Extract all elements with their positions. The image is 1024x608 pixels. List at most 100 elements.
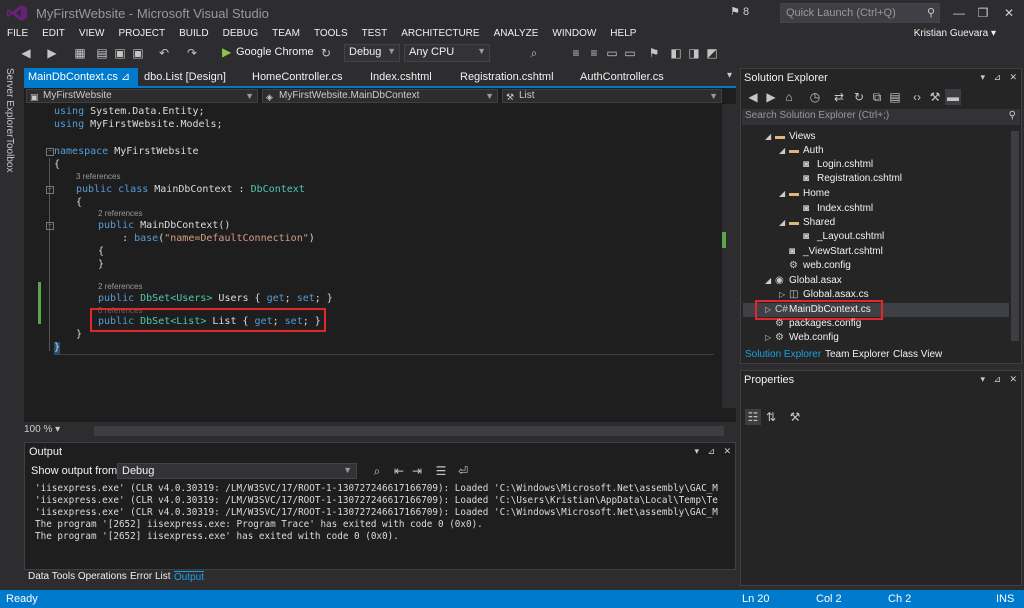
uncomment-icon[interactable]: ▭	[622, 45, 638, 61]
collapse-toggle[interactable]: −	[46, 222, 54, 230]
prev-message-icon[interactable]: ⇤	[391, 463, 407, 479]
dropdown-icon[interactable]: ▾	[980, 374, 985, 385]
pin-icon[interactable]: ⊿	[707, 446, 715, 457]
open-file-icon[interactable]: ▤	[94, 45, 110, 61]
save-all-icon[interactable]: ▣	[130, 45, 146, 61]
menu-view[interactable]: VIEW	[72, 26, 112, 42]
tree-item-home[interactable]: ◢ ▬ Home	[779, 188, 830, 199]
collapse-all-icon[interactable]: ⧉	[869, 89, 885, 105]
user-account[interactable]: Kristian Guevara ▾	[914, 26, 996, 42]
clear-bookmarks-icon[interactable]: ◩	[704, 45, 720, 61]
editor-vertical-scrollbar[interactable]	[722, 104, 736, 408]
codelens-references[interactable]: 3 references	[76, 172, 120, 181]
property-pages-icon[interactable]: ⚒	[787, 409, 803, 425]
tab-authcontroller[interactable]: AuthController.cs	[576, 68, 668, 86]
project-nav-dropdown[interactable]: ▣ MyFirstWebsite ▼	[26, 89, 258, 103]
menu-window[interactable]: WINDOW	[545, 26, 603, 42]
code-editor[interactable]: ▣ MyFirstWebsite ▼ ◈ MyFirstWebsite.MainDbC…	[24, 86, 736, 436]
platform-dropdown[interactable]: Any CPU ▼	[404, 44, 490, 62]
toolbox-tab[interactable]: Toolbox	[4, 138, 15, 172]
forward-icon[interactable]: ▶	[763, 89, 779, 105]
tab-error-list[interactable]: Error List	[130, 571, 171, 582]
notifications-flag[interactable]: ⚑ 8	[730, 5, 749, 18]
server-explorer-tab[interactable]: Server Explorer	[4, 68, 15, 137]
sync-icon[interactable]: ⇄	[831, 89, 847, 105]
menu-analyze[interactable]: ANALYZE	[487, 26, 546, 42]
refresh-icon[interactable]: ↻	[318, 45, 334, 61]
next-bookmark-icon[interactable]: ◨	[686, 45, 702, 61]
undo-icon[interactable]: ↶	[156, 45, 172, 61]
tab-overflow-icon[interactable]: ▾	[727, 70, 732, 81]
tab-maindbcontext[interactable]: MainDbContext.cs ⊿ ✕	[24, 68, 138, 97]
back-icon[interactable]: ◀	[18, 45, 34, 61]
collapse-toggle[interactable]: −	[46, 186, 54, 194]
show-output-from-dropdown[interactable]: Debug ▼	[117, 463, 357, 479]
run-target[interactable]: Google Chrome	[236, 46, 314, 58]
menu-help[interactable]: HELP	[603, 26, 643, 42]
start-debugging-icon[interactable]: ▶	[222, 45, 231, 59]
menu-edit[interactable]: EDIT	[35, 26, 72, 42]
tree-item-packages-config[interactable]: ⚙ packages.config	[765, 318, 861, 329]
tree-item-web-config[interactable]: ▷ ⚙ Web.config	[765, 332, 839, 343]
back-icon[interactable]: ◀	[745, 89, 761, 105]
view-code-icon[interactable]: ‹›	[909, 89, 925, 105]
editor-horizontal-scrollbar[interactable]	[94, 426, 724, 436]
prev-bookmark-icon[interactable]: ◧	[668, 45, 684, 61]
close-icon[interactable]: ✕	[723, 446, 731, 457]
zoom-dropdown[interactable]: 100 % ▾	[24, 424, 60, 438]
menu-build[interactable]: BUILD	[172, 26, 215, 42]
quick-launch-input[interactable]: Quick Launch (Ctrl+Q) ⚲	[780, 3, 940, 23]
configuration-dropdown[interactable]: Debug ▼	[344, 44, 400, 62]
codelens-references[interactable]: 2 references	[98, 282, 142, 291]
solution-scrollbar[interactable]	[1011, 131, 1019, 341]
pin-icon[interactable]: ⊿	[993, 72, 1001, 83]
new-project-icon[interactable]: ▦	[72, 45, 88, 61]
menu-test[interactable]: TEST	[355, 26, 395, 42]
dropdown-icon[interactable]: ▾	[694, 446, 699, 457]
redo-icon[interactable]: ↷	[184, 45, 200, 61]
tab-team-explorer[interactable]: Team Explorer	[825, 349, 889, 360]
tab-class-view[interactable]: Class View	[893, 349, 942, 360]
menu-debug[interactable]: DEBUG	[216, 26, 266, 42]
tree-item-views[interactable]: ◢ ▬ Views	[765, 131, 816, 142]
tree-item-viewstart-cshtml[interactable]: ◙ _ViewStart.cshtml	[779, 246, 883, 257]
save-icon[interactable]: ▣	[112, 45, 128, 61]
menu-team[interactable]: TEAM	[265, 26, 307, 42]
collapse-toggle[interactable]: −	[46, 148, 54, 156]
tree-item-layout-cshtml[interactable]: ◙ _Layout.cshtml	[793, 231, 884, 242]
bookmark-icon[interactable]: ⚑	[646, 45, 662, 61]
find-icon[interactable]: ⌕	[526, 45, 542, 61]
tree-item-global-asax-cs[interactable]: ▷ ◫ Global.asax.cs	[779, 289, 869, 300]
tab-solution-explorer[interactable]: Solution Explorer	[745, 349, 821, 360]
menu-tools[interactable]: TOOLS	[307, 26, 355, 42]
tree-item-views-web-config[interactable]: ⚙ web.config	[779, 260, 851, 271]
outdent-icon[interactable]: ≡	[586, 45, 602, 61]
word-wrap-icon[interactable]: ⏎	[455, 463, 471, 479]
next-message-icon[interactable]: ⇥	[409, 463, 425, 479]
tree-item-index-cshtml[interactable]: ◙ Index.cshtml	[793, 203, 873, 214]
find-message-icon[interactable]: ⌕	[369, 463, 385, 479]
solution-search-input[interactable]: Search Solution Explorer (Ctrl+;) ⚲	[742, 109, 1020, 125]
tab-registration-cshtml[interactable]: Registration.cshtml	[456, 68, 558, 86]
close-icon[interactable]: ✕	[1009, 72, 1017, 83]
tab-homecontroller[interactable]: HomeController.cs	[248, 68, 346, 86]
pending-changes-icon[interactable]: ◷	[807, 89, 823, 105]
forward-icon[interactable]: ▶	[44, 45, 60, 61]
alphabetical-icon[interactable]: ⇅	[763, 409, 779, 425]
tree-item-auth[interactable]: ◢ ▬ Auth	[779, 145, 824, 156]
output-text[interactable]: 'iisexpress.exe' (CLR v4.0.30319: /LM/W3…	[35, 483, 725, 567]
tab-data-tools-operations[interactable]: Data Tools Operations	[28, 571, 127, 582]
properties-icon[interactable]: ⚒	[927, 89, 943, 105]
code-text[interactable]: using System.Data.Entity; using MyFirstW…	[38, 104, 724, 410]
tab-output[interactable]: Output	[174, 571, 205, 583]
preview-selected-icon[interactable]: ▬	[945, 89, 961, 105]
indent-icon[interactable]: ≡	[568, 45, 584, 61]
tree-item-login-cshtml[interactable]: ◙ Login.cshtml	[793, 159, 873, 170]
close-icon[interactable]: ✕	[1009, 374, 1017, 385]
clear-all-icon[interactable]: ☰	[433, 463, 449, 479]
tree-item-global-asax[interactable]: ◢ ◉ Global.asax	[765, 275, 842, 286]
home-icon[interactable]: ⌂	[781, 89, 797, 105]
tree-item-registration-cshtml[interactable]: ◙ Registration.cshtml	[793, 173, 902, 184]
close-button[interactable]: ✕	[994, 3, 1024, 23]
show-all-files-icon[interactable]: ▤	[887, 89, 903, 105]
